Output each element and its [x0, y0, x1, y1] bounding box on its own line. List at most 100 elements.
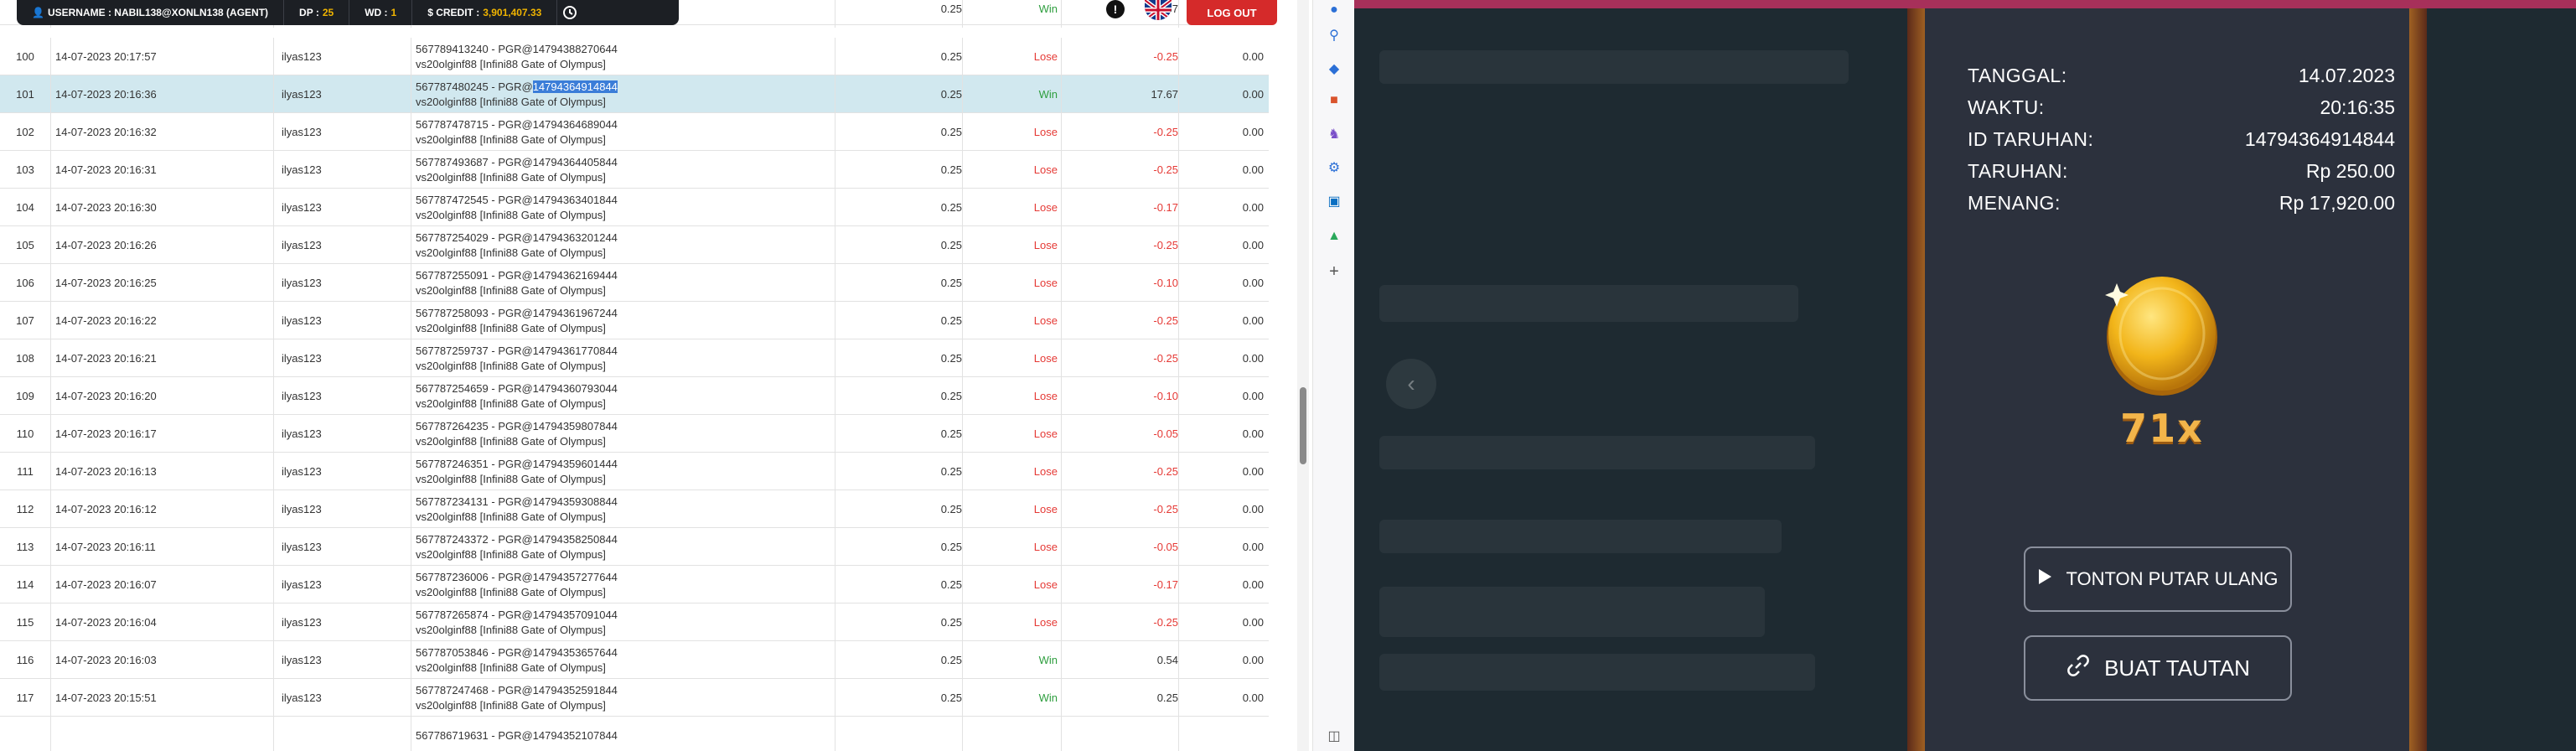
game-name: vs20olginf88 [Infini88 Gate of Olympus]	[416, 359, 606, 372]
transaction-id: 567787480245 - PGR@14794364914844	[416, 80, 618, 95]
row-description: 567786719631 - PGR@14794352107844	[416, 717, 835, 751]
table-row[interactable]: 106 14-07-2023 20:16:25 ilyas123 5677872550…	[0, 264, 1269, 302]
outlook-icon[interactable]: ▣	[1324, 191, 1344, 211]
logout-button[interactable]: LOG OUT	[1187, 0, 1277, 25]
row-description: 567787480245 - PGR@14794364914844 vs20olg…	[416, 75, 835, 113]
drive-icon[interactable]: ▲	[1324, 226, 1344, 246]
wd-segment: WD : 1	[349, 0, 413, 25]
wd-value: 1	[391, 7, 397, 18]
table-row[interactable]: 110 14-07-2023 20:16:17 ilyas123 5677872642…	[0, 415, 1269, 453]
row-username: ilyas123	[282, 352, 322, 365]
column-divider	[1061, 264, 1062, 302]
info-icon[interactable]: !	[1106, 0, 1125, 18]
table-row[interactable]: 567786719631 - PGR@14794352107844	[0, 717, 1269, 751]
column-divider	[1061, 302, 1062, 339]
table-row[interactable]: 105 14-07-2023 20:16:26 ilyas123 5677872540…	[0, 226, 1269, 264]
replay-button[interactable]: TONTON PUTAR ULANG	[2024, 546, 2292, 612]
add-icon[interactable]: +	[1324, 262, 1344, 282]
row-number: 112	[16, 503, 34, 515]
table-row[interactable]: 116 14-07-2023 20:16:03 ilyas123 5677870538…	[0, 641, 1269, 679]
create-link-label: BUAT TAUTAN	[2104, 655, 2250, 681]
username-text: USERNAME : NABIL138@XONLN138 (AGENT)	[47, 7, 269, 18]
column-divider	[1061, 339, 1062, 377]
row-balance: 0.00	[1242, 390, 1264, 402]
row-username: ilyas123	[282, 390, 322, 402]
waktu-label: WAKTU:	[1968, 96, 2045, 118]
row-number: 103	[16, 163, 34, 176]
waktu-row: WAKTU: 20:16:35	[1968, 92, 2395, 122]
column-divider	[50, 528, 51, 566]
column-divider	[273, 189, 274, 226]
create-link-button[interactable]: BUAT TAUTAN	[2024, 635, 2292, 701]
row-username: ilyas123	[282, 541, 322, 553]
row-username: ilyas123	[282, 427, 322, 440]
row-date: 14-07-2023 20:16:21	[55, 352, 157, 365]
row-balance: 0.00	[1242, 277, 1264, 289]
table-row[interactable]: 102 14-07-2023 20:16:32 ilyas123 5677874787…	[0, 113, 1269, 151]
column-divider	[962, 528, 963, 566]
scrollbar-thumb[interactable]	[1300, 387, 1306, 464]
table-row[interactable]: 113 14-07-2023 20:16:11 ilyas123 5677872433…	[0, 528, 1269, 566]
row-date: 14-07-2023 20:16:12	[55, 503, 157, 515]
bell-icon[interactable]: ●	[1324, 0, 1344, 20]
row-date: 14-07-2023 20:15:51	[55, 691, 157, 704]
table-row[interactable]: 107 14-07-2023 20:16:22 ilyas123 5677872580…	[0, 302, 1269, 339]
column-divider	[50, 603, 51, 641]
toolbox-icon[interactable]: ■	[1324, 91, 1344, 111]
column-divider	[962, 0, 963, 28]
row-date: 14-07-2023 20:16:22	[55, 314, 157, 327]
column-divider	[1178, 151, 1179, 189]
column-divider	[962, 264, 963, 302]
column-divider	[50, 226, 51, 264]
row-bet	[835, 717, 962, 751]
credit-value: 3,901,407.33	[483, 7, 542, 18]
row-balance: 0.00	[1242, 578, 1264, 591]
replay-button-label: TONTON PUTAR ULANG	[2066, 568, 2279, 589]
transaction-id: 567787247468 - PGR@14794352591844	[416, 683, 618, 697]
row-description: 567787472545 - PGR@14794363401844 vs20olg…	[416, 189, 835, 226]
browser-tab-bar	[1354, 0, 2576, 8]
row-balance: 0.00	[1242, 201, 1264, 214]
table-row[interactable]: 115 14-07-2023 20:16:04 ilyas123 5677872658…	[0, 603, 1269, 641]
table-row[interactable]: 109 14-07-2023 20:16:20 ilyas123 5677872546…	[0, 377, 1269, 415]
menang-value: Rp 17,920.00	[2279, 191, 2395, 214]
tag-icon[interactable]: ◆	[1324, 59, 1344, 79]
search-icon[interactable]: ⚲	[1324, 25, 1344, 45]
column-divider	[50, 717, 51, 751]
row-username: ilyas123	[282, 126, 322, 138]
chevron-left-icon[interactable]: ‹	[1386, 359, 1436, 409]
table-row[interactable]: 117 14-07-2023 20:15:51 ilyas123 5677872474…	[0, 679, 1269, 717]
row-bet: 0.25	[940, 427, 962, 440]
row-number	[0, 717, 50, 751]
table-row[interactable]: 100 14-07-2023 20:17:57 ilyas123 5677894132…	[0, 38, 1269, 75]
table-row[interactable]: 114 14-07-2023 20:16:07 ilyas123 5677872360…	[0, 566, 1269, 603]
table-row[interactable]: 111 14-07-2023 20:16:13 ilyas123 5677872463…	[0, 453, 1269, 490]
account-topbar: 👤 USERNAME : NABIL138@XONLN138 (AGENT) D…	[17, 0, 679, 25]
row-description: 567787236006 - PGR@14794357277644 vs20olg…	[416, 566, 835, 603]
table-row[interactable]: 108 14-07-2023 20:16:21 ilyas123 5677872597…	[0, 339, 1269, 377]
row-balance: 0.00	[1242, 503, 1264, 515]
transaction-id: 567787265874 - PGR@14794357091044	[416, 608, 618, 621]
column-divider	[273, 377, 274, 415]
row-bet: 0.25	[940, 465, 962, 478]
taruhan-label: TARUHAN:	[1968, 159, 2068, 182]
transaction-id: 567787478715 - PGR@14794364689044	[416, 117, 618, 131]
table-scrollbar[interactable]	[1297, 0, 1309, 751]
settings-icon[interactable]: ⚙	[1324, 158, 1344, 178]
sidebar-toggle-icon[interactable]: ◫	[1324, 726, 1344, 746]
column-divider	[1178, 0, 1179, 28]
column-divider	[962, 490, 963, 528]
chess-icon[interactable]: ♞	[1324, 124, 1344, 144]
game-name: vs20olginf88 [Infini88 Gate of Olympus]	[416, 585, 606, 598]
history-icon[interactable]	[557, 0, 582, 25]
column-divider	[1061, 603, 1062, 641]
row-balance: 0.00	[1242, 239, 1264, 251]
selected-bet-id[interactable]: 14794364914844	[532, 80, 618, 93]
row-result: Win	[1038, 88, 1058, 101]
table-row[interactable]: 101 14-07-2023 20:16:36 ilyas123 5677874802…	[0, 75, 1269, 113]
table-row[interactable]: 103 14-07-2023 20:16:31 ilyas123 5677874936…	[0, 151, 1269, 189]
column-divider	[273, 264, 274, 302]
game-name: vs20olginf88 [Infini88 Gate of Olympus]	[416, 434, 606, 448]
table-row[interactable]: 112 14-07-2023 20:16:12 ilyas123 5677872341…	[0, 490, 1269, 528]
table-row[interactable]: 104 14-07-2023 20:16:30 ilyas123 5677874725…	[0, 189, 1269, 226]
